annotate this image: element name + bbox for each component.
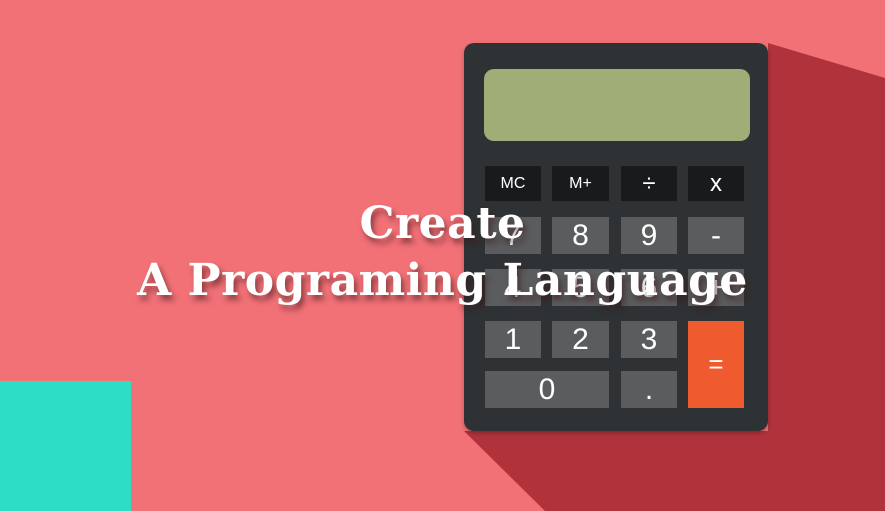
calculator-display bbox=[484, 69, 750, 141]
teal-accent-block bbox=[0, 381, 131, 511]
key-multiply: x bbox=[688, 166, 744, 201]
key-divide: ÷ bbox=[621, 166, 677, 201]
key-1: 1 bbox=[485, 321, 541, 358]
key-2: 2 bbox=[552, 321, 609, 358]
key-0: 0 bbox=[485, 371, 609, 408]
key-3: 3 bbox=[621, 321, 677, 358]
key-mc: MC bbox=[485, 166, 541, 201]
headline-line-1: Create bbox=[359, 198, 526, 249]
key-decimal: . bbox=[621, 371, 677, 408]
key-m-plus: M+ bbox=[552, 166, 609, 201]
banner: MC M+ ÷ x 7 8 9 - 4 5 6 + 1 2 3 = 0 . Cr… bbox=[0, 0, 885, 511]
key-equals: = bbox=[688, 321, 744, 408]
headline-line-2: A Programing Language bbox=[137, 255, 748, 306]
